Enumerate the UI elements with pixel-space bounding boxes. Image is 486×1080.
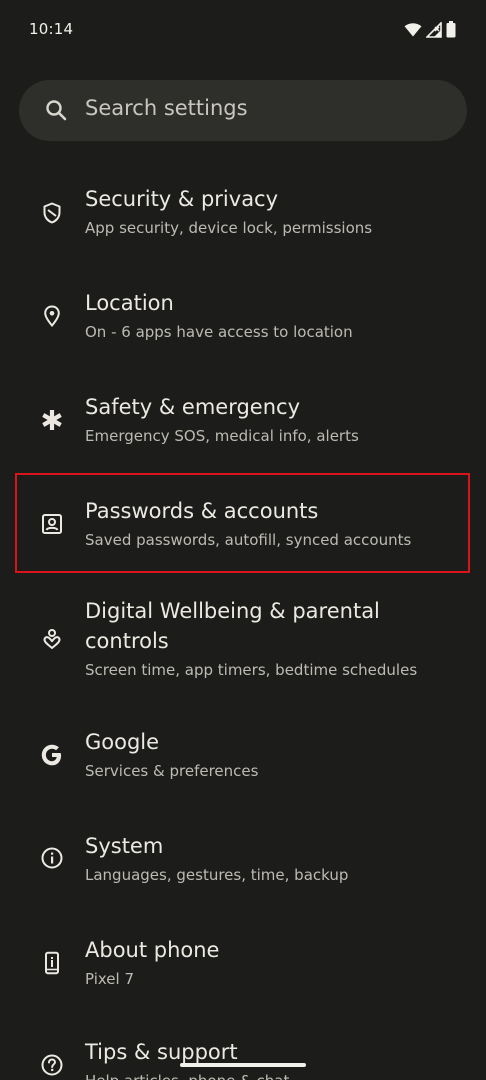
search-icon xyxy=(45,99,67,125)
setting-google[interactable]: Google Services & preferences xyxy=(0,713,486,803)
shield-icon xyxy=(40,201,64,225)
setting-subtitle: Help articles, phone & chat xyxy=(85,1071,289,1080)
setting-subtitle: On - 6 apps have access to location xyxy=(85,323,353,341)
phone-icon xyxy=(40,951,64,975)
setting-subtitle: Pixel 7 xyxy=(85,970,135,988)
wellbeing-icon xyxy=(40,627,64,651)
setting-subtitle: Languages, gestures, time, backup xyxy=(85,866,349,884)
setting-title: About phone xyxy=(85,938,220,962)
setting-subtitle: Services & preferences xyxy=(85,762,259,780)
location-pin-icon xyxy=(40,304,64,328)
battery-icon xyxy=(446,21,456,38)
setting-title: Location xyxy=(85,291,174,315)
asterisk-icon xyxy=(40,408,64,432)
setting-title: Google xyxy=(85,730,160,754)
setting-digital-wellbeing[interactable]: Digital Wellbeing & parental controls Sc… xyxy=(0,586,486,696)
google-icon xyxy=(40,743,64,767)
status-icons xyxy=(404,21,456,38)
setting-about-phone[interactable]: About phone Pixel 7 xyxy=(0,921,486,1011)
setting-title: System xyxy=(85,834,164,858)
setting-title: Safety & emergency xyxy=(85,395,300,419)
gesture-nav-handle[interactable] xyxy=(180,1063,306,1067)
setting-subtitle: App security, device lock, permissions xyxy=(85,219,373,237)
setting-subtitle: Emergency SOS, medical info, alerts xyxy=(85,427,359,445)
setting-title: Security & privacy xyxy=(85,187,279,211)
setting-security-privacy[interactable]: Security & privacy App security, device … xyxy=(0,170,486,260)
setting-subtitle: Screen time, app timers, bedtime schedul… xyxy=(85,661,418,679)
status-time: 10:14 xyxy=(29,20,74,38)
setting-system[interactable]: System Languages, gestures, time, backup xyxy=(0,817,486,907)
setting-safety-emergency[interactable]: Safety & emergency Emergency SOS, medica… xyxy=(0,378,486,468)
search-placeholder: Search settings xyxy=(85,96,248,120)
highlight-box xyxy=(15,473,470,573)
setting-location[interactable]: Location On - 6 apps have access to loca… xyxy=(0,274,486,364)
info-icon xyxy=(40,846,64,870)
search-bar[interactable]: Search settings xyxy=(19,80,467,141)
help-icon xyxy=(40,1053,64,1077)
status-bar: 10:14 xyxy=(0,0,486,62)
signal-icon xyxy=(426,21,442,38)
setting-title: Digital Wellbeing & parental controls xyxy=(85,599,380,653)
wifi-icon xyxy=(404,22,422,37)
setting-tips-support[interactable]: Tips & support Help articles, phone & ch… xyxy=(0,1025,486,1080)
